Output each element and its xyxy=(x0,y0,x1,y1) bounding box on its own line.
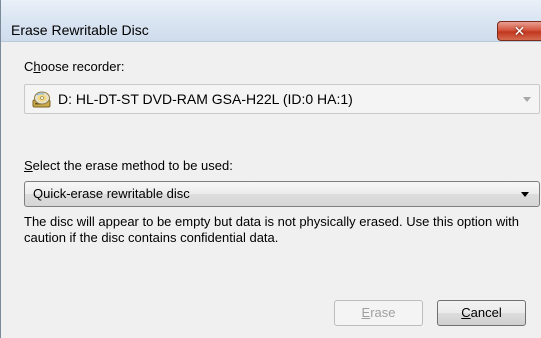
erase-method-description: The disc will appear to be empty but dat… xyxy=(24,214,519,245)
erase-button[interactable]: Erase xyxy=(334,300,423,326)
recorder-dropdown[interactable]: D: HL-DT-ST DVD-RAM GSA-H22L (ID:0 HA:1) xyxy=(24,84,540,114)
erase-method-dropdown[interactable]: Quick-erase rewritable disc xyxy=(24,181,540,207)
recorder-label: Choose recorder: xyxy=(24,59,125,74)
close-icon: ✕ xyxy=(513,23,526,39)
recorder-selected-value: D: HL-DT-ST DVD-RAM GSA-H22L (ID:0 HA:1) xyxy=(58,91,353,107)
close-button[interactable]: ✕ xyxy=(497,21,541,41)
chevron-down-icon xyxy=(523,97,531,102)
erase-disc-dialog: Erase Rewritable Disc ✕ Choose recorder:… xyxy=(0,0,541,338)
erase-method-label: Select the erase method to be used: xyxy=(24,158,233,173)
chevron-down-icon xyxy=(521,192,529,197)
erase-method-selected-value: Quick-erase rewritable disc xyxy=(33,186,190,201)
title-bar[interactable]: Erase Rewritable Disc ✕ xyxy=(1,0,541,42)
cancel-button[interactable]: Cancel xyxy=(437,300,526,326)
dialog-title: Erase Rewritable Disc xyxy=(11,22,149,38)
disc-drive-icon xyxy=(32,91,51,108)
